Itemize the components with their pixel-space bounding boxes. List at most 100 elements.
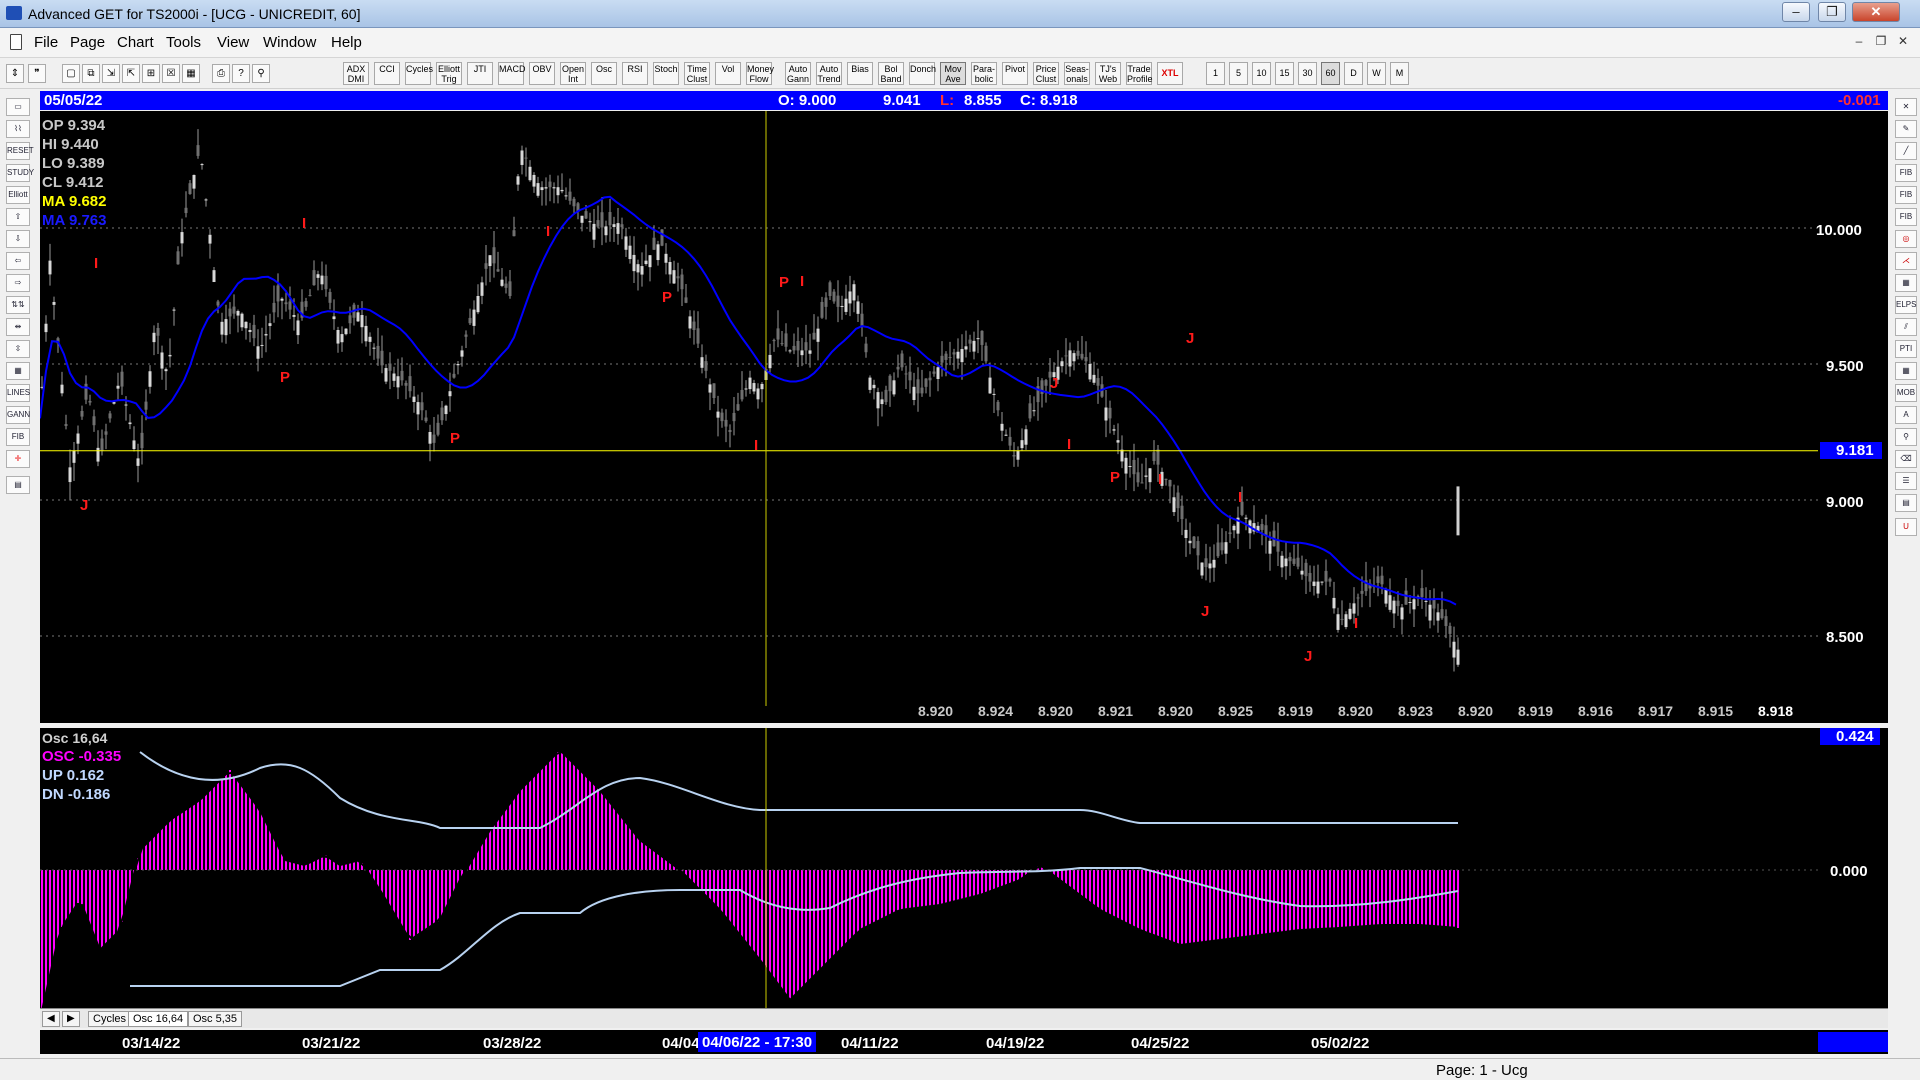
- link-icon[interactable]: ⊞: [142, 64, 160, 83]
- new-page-icon[interactable]: ▢: [62, 64, 80, 83]
- channel-icon[interactable]: ⫽: [1895, 318, 1917, 336]
- study-icon[interactable]: STUDY: [6, 164, 34, 182]
- menu-window[interactable]: Window: [263, 34, 316, 51]
- study-button-bol-band[interactable]: Bol Band: [878, 62, 904, 85]
- study-button-trade-profile[interactable]: Trade Profile: [1126, 62, 1153, 85]
- tab-scroll-right[interactable]: ▶: [62, 1011, 80, 1027]
- ellipse-icon[interactable]: ELPS: [1895, 296, 1917, 314]
- clipboard-icon[interactable]: ▤: [6, 476, 30, 494]
- study-button-pivot[interactable]: Pivot: [1002, 62, 1028, 85]
- study-button-elliott-trig[interactable]: Elliott Trig: [436, 62, 462, 85]
- price-chart-svg[interactable]: [40, 111, 1888, 723]
- interval-d-button[interactable]: D: [1344, 62, 1363, 85]
- text-icon[interactable]: A: [1895, 406, 1917, 424]
- mdi-restore-button[interactable]: ❐: [1872, 34, 1890, 48]
- book-icon[interactable]: ▤: [1895, 494, 1917, 512]
- layout-icon[interactable]: ▦: [182, 64, 200, 83]
- study-button-open-int[interactable]: Open Int: [560, 62, 586, 85]
- menu-tools[interactable]: Tools: [166, 34, 201, 51]
- reset-icon[interactable]: RESET: [6, 142, 34, 160]
- pin-icon[interactable]: ⇕: [6, 64, 24, 83]
- menu-chart[interactable]: Chart: [117, 34, 154, 51]
- list-icon[interactable]: ☰: [1895, 472, 1917, 490]
- document-icon[interactable]: [10, 34, 22, 50]
- magnet-icon[interactable]: U: [1895, 518, 1917, 536]
- mdi-minimize-button[interactable]: –: [1850, 34, 1868, 48]
- table-icon[interactable]: ▦: [1895, 362, 1917, 380]
- study-button-obv[interactable]: OBV: [529, 62, 555, 85]
- study-button-adx-dmi[interactable]: ADX DMI: [343, 62, 369, 85]
- tab-osc-16-64[interactable]: Osc 16,64: [128, 1011, 189, 1027]
- save-icon[interactable]: ⇱: [122, 64, 140, 83]
- study-button-donch[interactable]: Donch: [909, 62, 936, 85]
- copy-icon[interactable]: ⧉: [82, 64, 100, 83]
- oscillator-svg[interactable]: [40, 728, 1888, 1008]
- pti-icon[interactable]: PTI: [1895, 340, 1917, 358]
- fib-icon[interactable]: FIB: [6, 428, 30, 446]
- zoom-icon[interactable]: ⚲: [1895, 428, 1917, 446]
- interval-5-button[interactable]: 5: [1229, 62, 1248, 85]
- arrow-right-icon[interactable]: ⇨: [6, 274, 30, 292]
- mob-icon[interactable]: MOB: [1895, 384, 1917, 402]
- study-button-time-clust[interactable]: Time Clust: [684, 62, 710, 85]
- expand-icon[interactable]: ⇳: [6, 340, 30, 358]
- tab-osc-5-35[interactable]: Osc 5,35: [188, 1011, 243, 1027]
- mdi-close-button[interactable]: ✕: [1894, 34, 1912, 48]
- menu-file[interactable]: File: [34, 34, 58, 51]
- price-chart-panel[interactable]: OP 9.394 HI 9.440 LO 9.389 CL 9.412 MA 9…: [40, 111, 1888, 723]
- quote-icon[interactable]: ❞: [28, 64, 46, 83]
- menu-help[interactable]: Help: [331, 34, 362, 51]
- interval-10-button[interactable]: 10: [1252, 62, 1271, 85]
- fib-time-icon[interactable]: FIB: [1895, 208, 1917, 226]
- fib-ret-icon[interactable]: FIB: [1895, 164, 1917, 182]
- menu-page[interactable]: Page: [70, 34, 105, 51]
- tab-cycles[interactable]: Cycles: [88, 1011, 132, 1027]
- study-button-bias[interactable]: Bias: [847, 62, 873, 85]
- study-button-seas-onals[interactable]: Seas-onals: [1064, 62, 1090, 85]
- tab-scroll-left[interactable]: ◀: [42, 1011, 60, 1027]
- open-folder-icon[interactable]: ▭: [6, 98, 30, 116]
- study-button-rsi[interactable]: RSI: [622, 62, 648, 85]
- trendline-icon[interactable]: ╱: [1895, 142, 1917, 160]
- study-button-xtl[interactable]: XTL: [1157, 62, 1183, 85]
- bars-icon[interactable]: ⇅⇅: [6, 296, 30, 314]
- study-button-cycles[interactable]: Cycles: [405, 62, 433, 85]
- study-button-money-flow[interactable]: Money Flow: [746, 62, 774, 85]
- arrow-left-icon[interactable]: ⇦: [6, 252, 30, 270]
- study-button-macd[interactable]: MACD: [498, 62, 526, 85]
- delete-icon[interactable]: ☒: [162, 64, 180, 83]
- interval-w-button[interactable]: W: [1367, 62, 1386, 85]
- eraser-icon[interactable]: ⌫: [1895, 450, 1917, 468]
- study-button-vol[interactable]: Vol: [715, 62, 741, 85]
- study-button-auto-trend[interactable]: Auto Trend: [816, 62, 842, 85]
- interval-m-button[interactable]: M: [1390, 62, 1409, 85]
- crosshair-icon[interactable]: ✛: [6, 450, 30, 468]
- fan-icon[interactable]: ⋌: [1895, 252, 1917, 270]
- print-icon[interactable]: ⎙: [212, 64, 230, 83]
- open-icon[interactable]: ⇲: [102, 64, 120, 83]
- study-button-cci[interactable]: CCI: [374, 62, 400, 85]
- close-button[interactable]: ✕: [1852, 2, 1900, 22]
- gann-icon[interactable]: GANN: [6, 406, 30, 424]
- menu-view[interactable]: View: [217, 34, 249, 51]
- close-x-icon[interactable]: ✕: [1895, 98, 1917, 116]
- grid-tool-icon[interactable]: ▦: [1895, 274, 1917, 292]
- minimize-button[interactable]: –: [1782, 2, 1810, 22]
- help-icon[interactable]: ?: [232, 64, 250, 83]
- arrow-up-icon[interactable]: ⇧: [6, 208, 30, 226]
- fib-ext-icon[interactable]: FIB: [1895, 186, 1917, 204]
- time-select-icon[interactable]: ⌇⌇: [6, 120, 30, 138]
- oscillator-panel[interactable]: Osc 16,64 OSC -0.335 UP 0.162 DN -0.186 …: [40, 728, 1888, 1008]
- arrow-down-icon[interactable]: ⇩: [6, 230, 30, 248]
- study-button-price-clust[interactable]: Price Clust: [1033, 62, 1059, 85]
- interval-15-button[interactable]: 15: [1275, 62, 1294, 85]
- study-button-auto-gann[interactable]: Auto Gann: [785, 62, 811, 85]
- elliott-icon[interactable]: Elliott: [6, 186, 30, 204]
- study-button-tj-s-web[interactable]: TJ's Web: [1095, 62, 1121, 85]
- study-button-para-bolic[interactable]: Para-bolic: [971, 62, 997, 85]
- context-help-icon[interactable]: ⚲: [252, 64, 270, 83]
- study-button-stoch[interactable]: Stoch: [653, 62, 679, 85]
- fib-circle-icon[interactable]: ◎: [1895, 230, 1917, 248]
- study-button-jti[interactable]: JTI: [467, 62, 493, 85]
- interval-30-button[interactable]: 30: [1298, 62, 1317, 85]
